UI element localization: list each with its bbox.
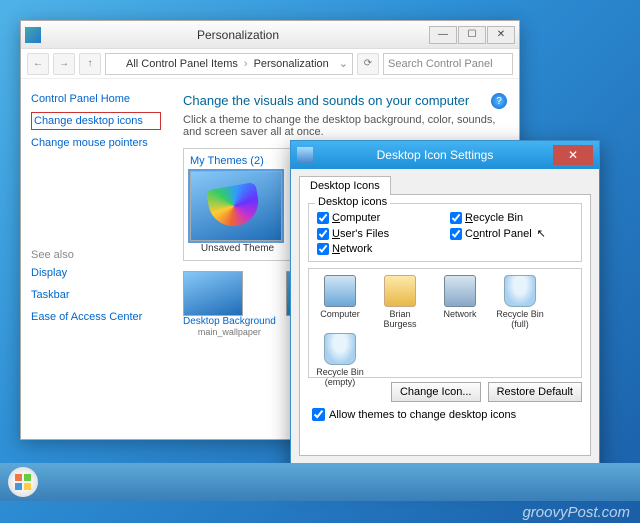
- watermark: groovyPost.com: [522, 504, 630, 521]
- check-computer-box[interactable]: [317, 212, 329, 224]
- window-title: Personalization: [47, 28, 429, 42]
- check-users-files[interactable]: User's Files: [317, 227, 440, 240]
- desktop-icons-group: Desktop icons Computer Recycle Bin User'…: [308, 203, 582, 262]
- check-network-box[interactable]: [317, 243, 329, 255]
- search-input[interactable]: Search Control Panel: [383, 53, 513, 75]
- folder-icon: [384, 275, 416, 307]
- recycle-full-icon: [504, 275, 536, 307]
- desktop-bg-sub: main_wallpaper: [183, 327, 276, 337]
- sidebar: Control Panel Home Change desktop icons …: [21, 79, 171, 439]
- preview-network[interactable]: Network: [435, 275, 485, 329]
- page-heading: Change the visuals and sounds on your co…: [183, 93, 507, 108]
- taskbar[interactable]: [0, 463, 640, 501]
- preview-computer[interactable]: Computer: [315, 275, 365, 329]
- back-button[interactable]: ←: [27, 53, 49, 75]
- theme-item[interactable]: Unsaved Theme: [190, 171, 285, 254]
- dialog-titlebar[interactable]: Desktop Icon Settings ✕: [291, 141, 599, 169]
- minimize-button[interactable]: —: [429, 26, 457, 44]
- dialog-title: Desktop Icon Settings: [317, 148, 553, 162]
- group-legend: Desktop icons: [315, 196, 390, 208]
- tab-panel: Desktop icons Computer Recycle Bin User'…: [299, 194, 591, 456]
- location-icon: [110, 58, 122, 70]
- dialog-close-button[interactable]: ✕: [553, 145, 593, 165]
- theme-label: Unsaved Theme: [190, 243, 285, 254]
- titlebar[interactable]: Personalization — ☐ ✕: [21, 21, 519, 49]
- check-cpl-box[interactable]: [450, 228, 462, 240]
- breadcrumb[interactable]: All Control Panel Items › Personalizatio…: [105, 53, 353, 75]
- check-network[interactable]: Network: [317, 243, 440, 255]
- preview-recycle-empty[interactable]: Recycle Bin (empty): [315, 333, 365, 387]
- taskbar-link[interactable]: Taskbar: [31, 289, 161, 301]
- desktop-bg-thumb: [183, 271, 243, 316]
- crumb-1[interactable]: Personalization: [254, 58, 329, 70]
- preview-user-folder[interactable]: Brian Burgess: [375, 275, 425, 329]
- ease-of-access-link[interactable]: Ease of Access Center: [31, 311, 161, 323]
- display-link[interactable]: Display: [31, 267, 161, 279]
- address-bar: ← → ↑ All Control Panel Items › Personal…: [21, 49, 519, 79]
- crumb-0[interactable]: All Control Panel Items: [126, 58, 238, 70]
- see-also-label: See also: [31, 249, 161, 261]
- allow-themes-box[interactable]: [312, 408, 325, 421]
- icon-preview[interactable]: Computer Brian Burgess Network Recycle B…: [308, 268, 582, 378]
- allow-themes-checkbox[interactable]: Allow themes to change desktop icons: [312, 408, 582, 421]
- restore-default-button[interactable]: Restore Default: [488, 382, 582, 402]
- desktop-icon-settings-dialog: Desktop Icon Settings ✕ Desktop Icons De…: [290, 140, 600, 480]
- window-icon: [25, 27, 41, 43]
- up-button[interactable]: ↑: [79, 53, 101, 75]
- theme-thumbnail: [190, 171, 282, 241]
- help-icon[interactable]: ?: [491, 93, 507, 109]
- start-icon: [14, 473, 32, 491]
- network-icon: [444, 275, 476, 307]
- check-recycle-bin[interactable]: Recycle Bin: [450, 212, 573, 224]
- cursor-icon: ↖: [537, 227, 546, 240]
- page-subtext: Click a theme to change the desktop back…: [183, 114, 507, 138]
- refresh-button[interactable]: ⟳: [357, 53, 379, 75]
- change-mouse-pointers-link[interactable]: Change mouse pointers: [31, 137, 161, 149]
- change-desktop-icons-link[interactable]: Change desktop icons: [31, 112, 161, 130]
- preview-recycle-full[interactable]: Recycle Bin (full): [495, 275, 545, 329]
- dialog-icon: [297, 147, 313, 163]
- recycle-empty-icon: [324, 333, 356, 365]
- check-recycle-box[interactable]: [450, 212, 462, 224]
- computer-icon: [324, 275, 356, 307]
- close-button[interactable]: ✕: [487, 26, 515, 44]
- check-users-box[interactable]: [317, 228, 329, 240]
- check-computer[interactable]: Computer: [317, 212, 440, 224]
- change-icon-button[interactable]: Change Icon...: [391, 382, 481, 402]
- tab-desktop-icons[interactable]: Desktop Icons: [299, 176, 391, 195]
- maximize-button[interactable]: ☐: [458, 26, 486, 44]
- desktop-bg-label: Desktop Background: [183, 316, 276, 327]
- control-panel-home-link[interactable]: Control Panel Home: [31, 93, 161, 105]
- check-control-panel[interactable]: Control Panel↖: [450, 227, 573, 240]
- start-button[interactable]: [8, 467, 38, 497]
- desktop-background-item[interactable]: Desktop Background main_wallpaper: [183, 271, 276, 337]
- forward-button[interactable]: →: [53, 53, 75, 75]
